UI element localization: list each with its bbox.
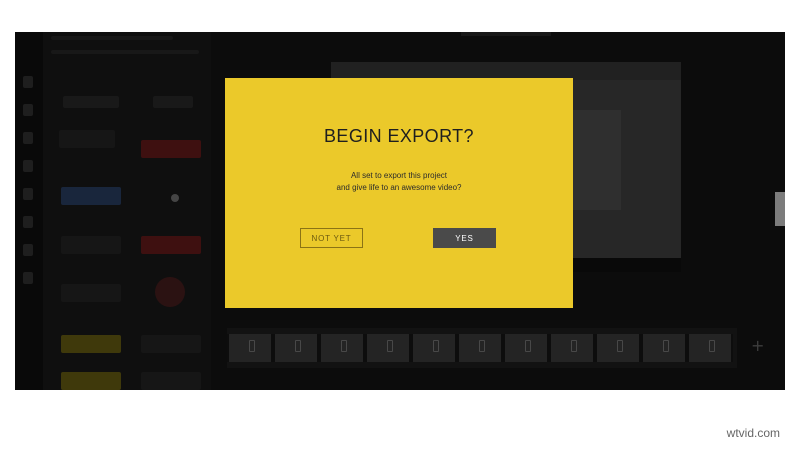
watermark: wtvid.com [726,426,780,440]
not-yet-button[interactable]: NOT YET [300,228,363,248]
dialog-title: BEGIN EXPORT? [324,126,474,146]
export-dialog: BEGIN EXPORT? All set to export this pro… [225,78,573,308]
dialog-message-line-1: All set to export this project [350,171,448,180]
yes-button[interactable]: YES [433,228,496,248]
dialog-message-line-2: and give life to an awesome video? [336,183,462,192]
dialog-message: All set to export this project and give … [225,170,573,194]
page: + BEGIN EXPORT? All set to export this p… [0,0,800,450]
